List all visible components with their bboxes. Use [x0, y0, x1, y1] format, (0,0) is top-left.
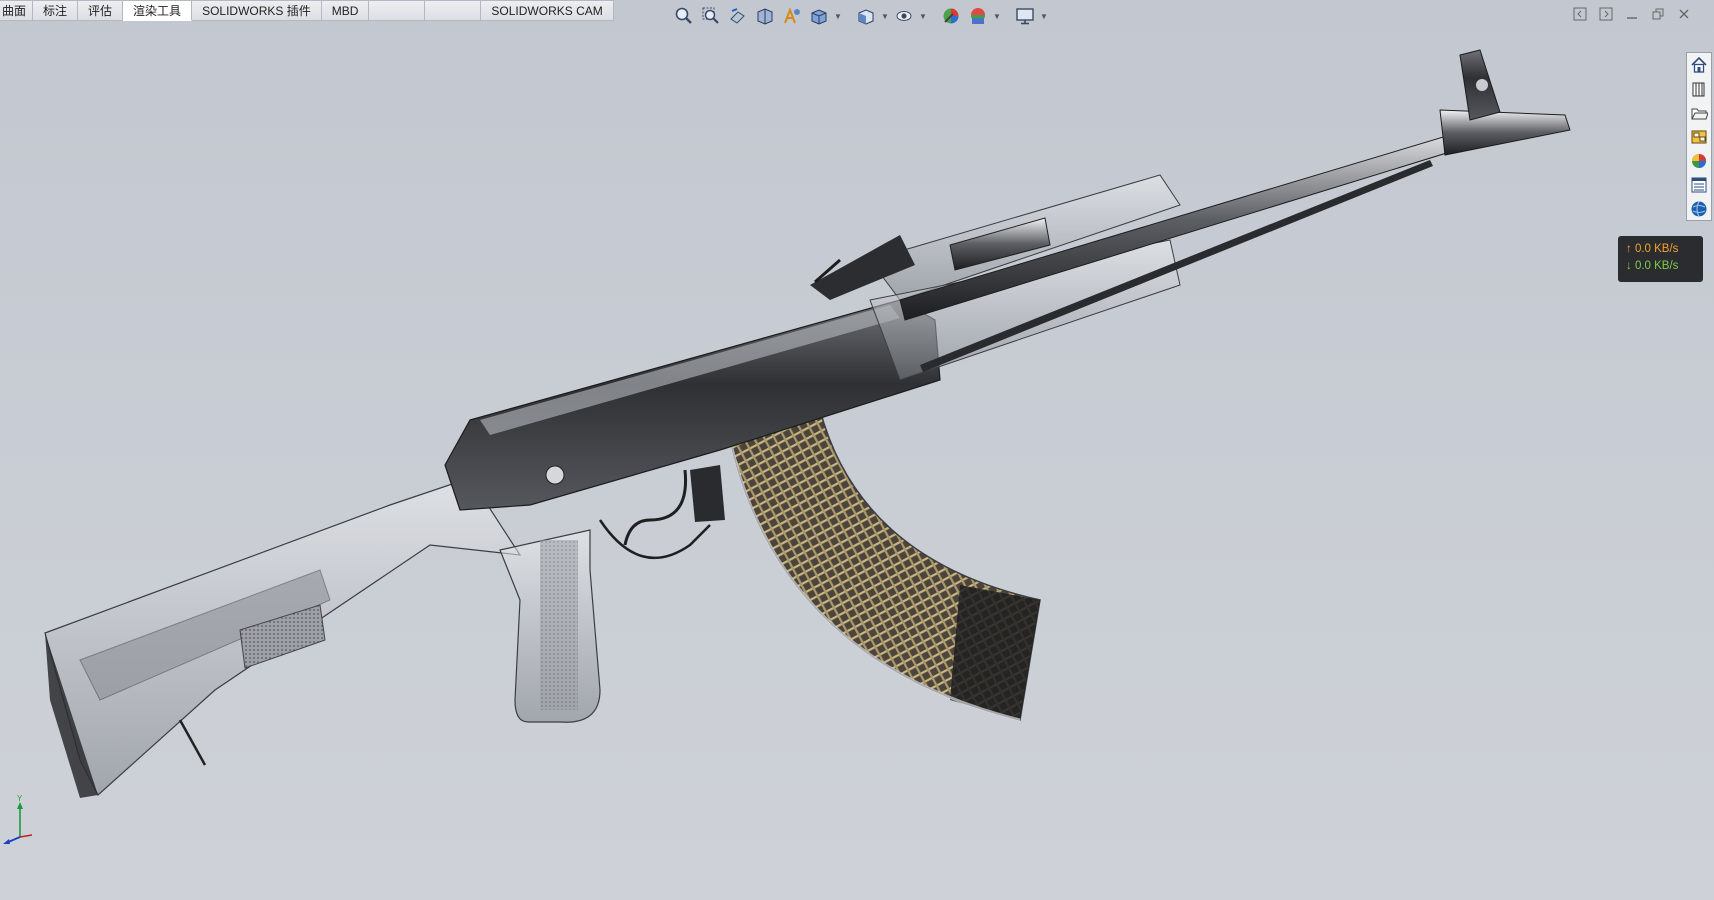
triad-y-arrow: [17, 802, 23, 809]
rifle-pistol-grip[interactable]: [499, 529, 601, 723]
rifle-magazine[interactable]: [728, 409, 1041, 722]
triad-z-arrow: [3, 839, 10, 844]
reference-triad: Y: [0, 794, 40, 848]
triad-x-axis: [19, 834, 33, 838]
graphics-area[interactable]: [0, 0, 1714, 900]
triad-y-label: Y: [17, 795, 23, 803]
rifle-stock[interactable]: [44, 477, 522, 798]
